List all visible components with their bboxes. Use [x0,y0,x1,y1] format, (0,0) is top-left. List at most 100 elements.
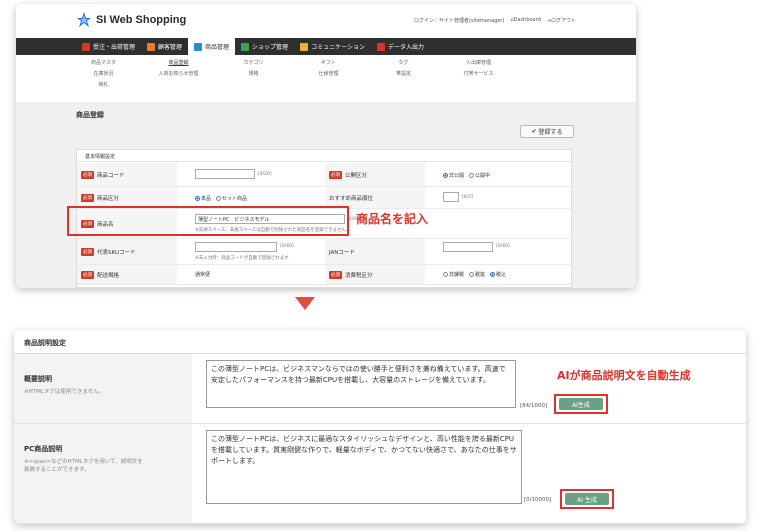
nav-label: 商品管理 [205,44,230,51]
nav-label: 顧客管理 [158,44,183,51]
product-description-screen: 商品説明設定 概要説明 ※HTMLタグは使用できません。 この薄型ノートPCは、… [14,330,746,524]
char-counter: [0/3] [462,195,473,200]
pc-description-label: PC商品説明 [24,445,63,453]
char-counter: [0/40] [280,244,294,249]
pc-description-textarea[interactable]: この薄型ノートPCは、ビジネスに最適なスタイリッシュなデザインと、高い性能を誇る… [206,430,522,504]
register-button[interactable]: ✔ 登録する [520,125,574,138]
char-counter: [0/10000] [524,497,552,503]
field-label: JANコード [325,239,425,264]
summary-textarea[interactable]: この薄型ノートPCは、ビジネスマンならではの使い勝手と便利さを兼ね備えています。… [206,360,516,408]
nav-item-communication[interactable]: コミュニケーション [294,38,371,55]
sub-nav: 商品マスタ 商品登録 カテゴリ ギフト タグ 入出庫管理 在庫状況 入荷お知らせ… [76,57,576,90]
field-label: 必須 公開区分 [325,163,425,186]
tax-radio-group: 非課税 税抜 税込 [443,271,506,278]
subnav-item[interactable]: カテゴリ [226,59,281,66]
subnav-item[interactable]: 入出庫管理 [451,59,506,66]
subnav-item[interactable]: タグ [376,59,431,66]
radio-tax-free[interactable]: 非課税 [443,271,464,278]
product-type-radio-group: 単品 セット商品 [195,195,247,202]
main-nav: 受注・出荷管理 顧客管理 商品管理 ショップ管理 コミュニケーション データ入出… [16,38,636,55]
nav-item-products[interactable]: 商品管理 [188,38,236,55]
nav-item-customers[interactable]: 顧客管理 [141,38,188,55]
sub-nav-row: 荷札 [76,79,576,90]
subnav-item[interactable]: 帯設定 [376,70,431,77]
pc-description-row: PC商品説明 ※<span>などのHTMLタグを用いて、説明文を装飾することがで… [14,424,746,524]
subnav-item[interactable]: ギフト [301,59,356,66]
pc-description-note: ※<span>などのHTMLタグを用いて、説明文を装飾することができます。 [24,459,143,474]
logout-link[interactable]: ⇥ログアウト [547,17,576,24]
summary-note: ※HTMLタグは使用できません。 [24,389,105,395]
char-counter: [84/1000] [520,403,548,409]
checkmark-icon: ✔ [531,128,537,135]
form-row: 必須 商品コード [0/20] 必須 公開区分 非公開 公開中 [77,163,571,187]
summary-label: 概要説明 [24,375,52,383]
sub-nav-row: 在庫状況 入荷お知らせ管理 規格 仕様管理 帯設定 付帯サービス [76,68,576,79]
nav-item-orders[interactable]: 受注・出荷管理 [76,38,141,55]
logo[interactable]: SI Web Shopping [76,11,186,29]
form-row: 必須 配送規格 通常便 必須 消費税区分 非課税 税抜 税込 [77,265,571,285]
field-label: 必須 消費税区分 [325,265,425,284]
person-icon [147,42,156,51]
recommend-rank-input[interactable] [443,192,459,202]
field-label: おすすめ商品順位 [325,187,425,208]
chat-icon [300,42,309,51]
nav-label: コミュニケーション [311,44,365,51]
nav-label: 受注・出荷管理 [93,44,136,51]
login-user-text: ログイン：サイト管理者(sitemanager) [414,18,505,24]
section-title: 商品説明設定 [14,330,746,354]
required-badge: 必須 [81,193,94,202]
radio-private[interactable]: 非公開 [443,172,464,179]
grid-icon [194,42,203,51]
subnav-item[interactable]: 荷札 [76,81,131,88]
subnav-item[interactable]: 在庫状況 [76,70,131,77]
product-name-callout: 商品名を記入 [356,212,429,226]
radio-single[interactable]: 単品 [195,195,211,202]
publish-radio-group: 非公開 公開中 [443,172,490,179]
field-label: 必須 配送規格 [77,265,177,284]
field-label: 必須 商品区分 [77,187,177,208]
subnav-item[interactable]: 入荷お知らせ管理 [151,70,206,77]
ai-button-highlight [560,489,614,509]
field-label: 概要説明 ※HTMLタグは使用できません。 [14,354,192,423]
field-note: ※未入力時：商品コードが自動で登録されます [195,256,289,261]
radio-set[interactable]: セット商品 [216,195,247,202]
product-name-highlight [67,206,349,236]
app-header: SI Web Shopping ログイン：サイト管理者(sitemanager)… [16,4,636,38]
required-badge: 必須 [329,170,342,179]
required-badge: 必須 [81,270,94,279]
ai-button-highlight [554,394,608,414]
nav-item-shop[interactable]: ショップ管理 [235,38,294,55]
panel-header: 基本情報設定 [77,150,571,162]
radio-tax-excluded[interactable]: 税抜 [469,271,485,278]
jan-code-input[interactable] [443,242,493,252]
summary-row: 概要説明 ※HTMLタグは使用できません。 この薄型ノートPCは、ビジネスマンな… [14,354,746,424]
dashboard-link[interactable]: ⌂Dashboard [510,17,540,24]
char-counter: [0/40] [496,244,510,249]
cart-icon [241,42,250,51]
char-counter: [0/20] [258,172,272,177]
logo-star-icon [77,12,91,27]
delivery-value: 通常便 [195,272,211,278]
nav-item-data-io[interactable]: データ入出力 [371,38,430,55]
subnav-item[interactable]: 規格 [226,70,281,77]
required-badge: 必須 [329,270,342,279]
header-links: ログイン：サイト管理者(sitemanager) ⌂Dashboard ⇥ログア… [414,17,576,24]
subnav-item-active[interactable]: 商品登録 [151,59,206,66]
subnav-item[interactable]: 付帯サービス [451,70,506,77]
subnav-item[interactable]: 商品マスタ [76,59,131,66]
required-badge: 必須 [81,247,94,256]
form-row: 必須 代表SKUコード [0/40] ※未入力時：商品コードが自動で登録されます … [77,239,571,265]
sku-code-input[interactable] [195,242,277,252]
field-label: PC商品説明 ※<span>などのHTMLタグを用いて、説明文を装飾することがで… [14,424,192,523]
nav-label: ショップ管理 [252,44,289,51]
check-icon [376,42,385,51]
radio-public[interactable]: 公開中 [469,172,490,179]
logo-text: SI Web Shopping [96,14,187,26]
radio-tax-included[interactable]: 税込 [490,271,506,278]
subnav-item[interactable]: 仕様管理 [301,70,356,77]
required-badge: 必須 [81,170,94,179]
field-label: 必須 代表SKUコード [77,239,177,264]
down-arrow-icon [295,297,315,310]
sub-nav-row: 商品マスタ 商品登録 カテゴリ ギフト タグ 入出庫管理 [76,57,576,68]
product-code-input[interactable] [195,169,255,179]
